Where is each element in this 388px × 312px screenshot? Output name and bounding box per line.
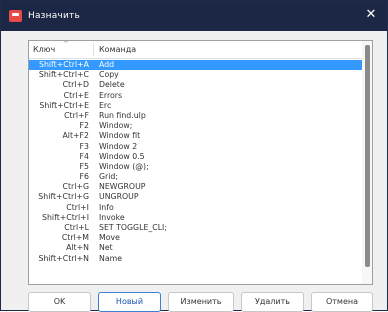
list-item[interactable]: F5 Window (@); xyxy=(29,162,363,172)
column-divider[interactable] xyxy=(93,43,94,56)
shortcut-command: UNGROUP xyxy=(99,192,139,202)
shortcut-command: Window 0.5 xyxy=(99,151,145,161)
cancel-button[interactable]: Отмена xyxy=(311,292,373,312)
list-item[interactable]: F4 Window 0.5 xyxy=(29,152,363,162)
list-item[interactable]: Shift+Ctrl+I Invoke xyxy=(29,213,363,223)
shortcut-key: Ctrl+D xyxy=(62,80,89,90)
shortcut-key: Ctrl+L xyxy=(64,223,89,232)
shortcut-key: Shift+Ctrl+E xyxy=(39,100,89,110)
list-item[interactable]: F3 Window 2 xyxy=(29,142,363,152)
list-item[interactable]: Ctrl+G NEWGROUP xyxy=(29,182,363,192)
app-icon xyxy=(9,10,22,22)
delete-button[interactable]: Удалить xyxy=(241,292,304,312)
shortcut-command: Errors xyxy=(99,90,123,100)
sort-ascending-icon: ^ xyxy=(63,40,69,48)
close-icon[interactable]: ✕ xyxy=(363,7,379,23)
shortcut-command: Run find.ulp xyxy=(99,110,146,120)
title-bar[interactable]: Назначить ✕ xyxy=(1,1,387,31)
column-header-command[interactable]: Команда xyxy=(99,45,136,54)
shortcut-command: Add xyxy=(99,60,115,69)
list-item[interactable]: Shift+Ctrl+E Erc xyxy=(29,101,363,111)
vertical-scrollbar[interactable] xyxy=(362,41,372,284)
list-item[interactable]: Ctrl+E Errors xyxy=(29,91,363,101)
list-item[interactable]: Shift+Ctrl+C Copy xyxy=(29,70,363,80)
shortcut-command: Move xyxy=(99,233,120,243)
list-item[interactable]: Shift+Ctrl+A Add xyxy=(29,60,363,71)
column-header-key[interactable]: Ключ xyxy=(33,45,55,54)
shortcut-command: Window; xyxy=(99,121,133,131)
list-item[interactable]: Alt+F2 Window fit xyxy=(29,131,363,141)
button-bar: OK Новый Изменить Удалить Отмена xyxy=(1,292,388,312)
shortcut-key: Alt+F2 xyxy=(62,131,89,141)
shortcut-command: Copy xyxy=(99,70,119,80)
shortcut-key: F4 xyxy=(79,151,89,161)
shortcut-command: Name xyxy=(99,253,123,263)
shortcut-key: Shift+Ctrl+N xyxy=(38,253,90,263)
scrollbar-thumb[interactable] xyxy=(365,45,370,267)
list-item[interactable]: Shift+Ctrl+N Name xyxy=(29,254,363,264)
assign-dialog: Назначить ✕ Ключ ^ Команда Shift+Ctrl+A A… xyxy=(0,0,388,312)
list-item[interactable]: Ctrl+M Move xyxy=(29,233,363,243)
ok-button[interactable]: OK xyxy=(28,292,91,312)
list-header: Ключ ^ Команда xyxy=(29,41,363,59)
shortcut-command: Window fit xyxy=(99,131,141,141)
shortcut-command: Delete xyxy=(99,80,125,90)
shortcut-list[interactable]: Ключ ^ Команда Shift+Ctrl+A Add Shift+Ctrl… xyxy=(28,40,373,285)
shortcut-key: Ctrl+G xyxy=(62,182,89,192)
shortcut-key: F3 xyxy=(79,141,89,151)
list-item[interactable]: F6 Grid; xyxy=(29,172,363,182)
shortcut-command: Info xyxy=(99,202,114,212)
list-item[interactable]: Shift+Ctrl+G UNGROUP xyxy=(29,192,363,202)
shortcut-command: NEWGROUP xyxy=(99,182,146,192)
list-item[interactable]: Alt+N Net xyxy=(29,243,363,253)
shortcut-key: Shift+Ctrl+G xyxy=(38,192,89,202)
shortcut-key: F6 xyxy=(79,172,89,182)
shortcut-key: Alt+N xyxy=(66,243,89,253)
new-button[interactable]: Новый xyxy=(98,292,161,312)
list-item[interactable]: Ctrl+F Run find.ulp xyxy=(29,111,363,121)
list-item[interactable]: Ctrl+I Info xyxy=(29,203,363,213)
edit-button[interactable]: Изменить xyxy=(168,292,234,312)
shortcut-key: Ctrl+M xyxy=(61,233,89,243)
shortcut-command: Grid; xyxy=(99,172,118,182)
list-item[interactable]: F2 Window; xyxy=(29,121,363,131)
shortcut-key: Shift+Ctrl+A xyxy=(39,60,89,69)
shortcut-key: Ctrl+I xyxy=(66,202,89,212)
list-rows: Shift+Ctrl+A Add Shift+Ctrl+C Copy Ctrl+D Del… xyxy=(29,60,363,264)
shortcut-command: Window (@); xyxy=(99,161,149,171)
shortcut-key: Ctrl+F xyxy=(64,110,89,120)
shortcut-command: Erc xyxy=(99,100,112,110)
shortcut-key: Shift+Ctrl+I xyxy=(42,212,89,222)
shortcut-key: F5 xyxy=(79,161,89,171)
shortcut-key: Shift+Ctrl+C xyxy=(38,70,89,80)
shortcut-command: SET TOGGLE_CLI; xyxy=(99,223,167,232)
shortcut-key: Ctrl+E xyxy=(63,90,89,100)
shortcut-command: Invoke xyxy=(99,212,125,222)
shortcut-command: Window 2 xyxy=(99,141,138,151)
shortcut-command: Net xyxy=(99,243,113,253)
list-item[interactable]: Ctrl+L SET TOGGLE_CLI; xyxy=(29,223,363,233)
list-item[interactable]: Ctrl+D Delete xyxy=(29,80,363,90)
window-title: Назначить xyxy=(28,11,80,21)
shortcut-key: F2 xyxy=(79,121,89,131)
